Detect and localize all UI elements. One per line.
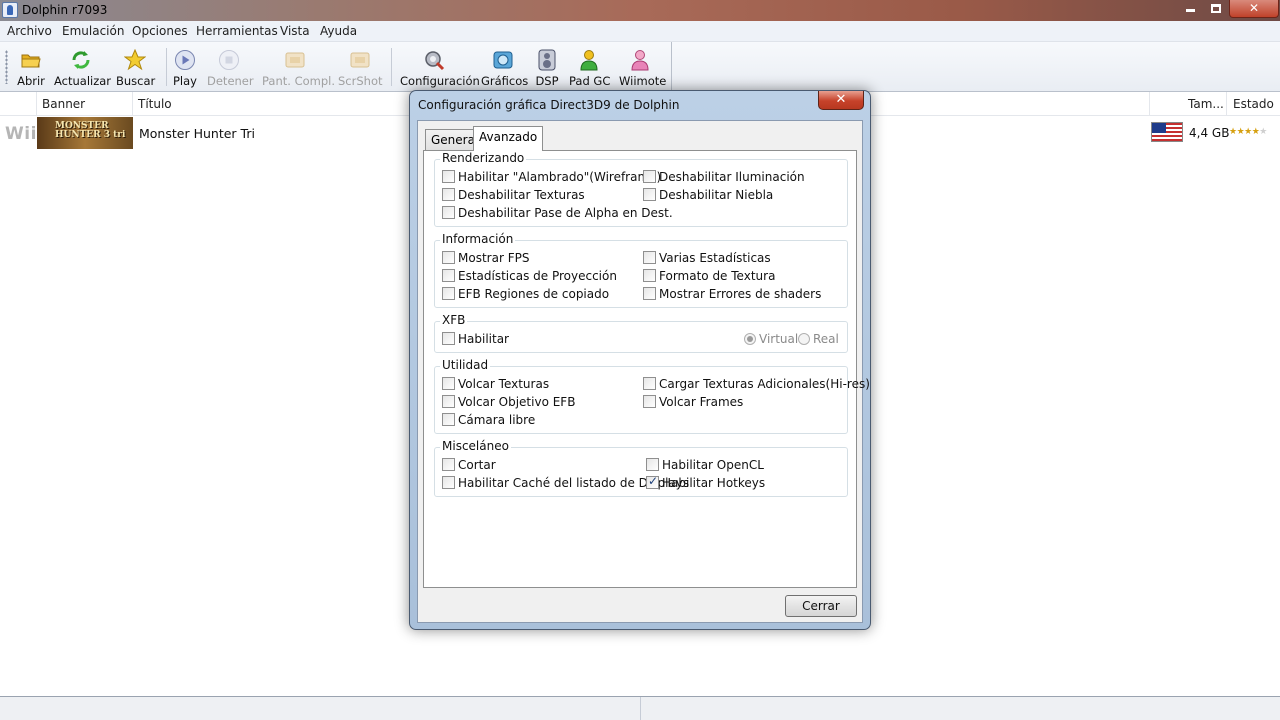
disable-lighting-checkbox[interactable]: Deshabilitar Iluminación [643,170,805,184]
disable-dst-alpha-checkbox[interactable]: Deshabilitar Pase de Alpha en Dest. [442,206,673,220]
pad-gc-button[interactable]: Pad GC [569,42,610,91]
window-title: Dolphin r7093 [22,3,108,17]
menu-opciones[interactable]: Opciones [132,24,188,38]
minimize-button[interactable] [1177,0,1203,18]
game-size: 4,4 GB [1189,126,1230,140]
close-icon: ✕ [835,92,847,107]
main-titlebar: Dolphin r7093 ✕ [0,0,1280,21]
config-icon [425,51,445,71]
dump-frames-checkbox[interactable]: Volcar Frames [643,395,743,409]
rating-stars: ★★★★★ [1229,127,1267,137]
detener-button[interactable]: Detener [207,42,254,91]
abrir-button[interactable]: Abrir [14,42,48,91]
cerrar-button[interactable]: Cerrar [785,595,857,617]
dump-textures-checkbox[interactable]: Volcar Texturas [442,377,549,391]
game-banner: MONSTER HUNTER 3 tri [37,117,133,149]
dsp-button[interactable]: DSP [534,42,560,91]
free-camera-checkbox[interactable]: Cámara libre [442,413,535,427]
toolbar: Abrir Actualizar Buscar Play Detener Pan… [0,42,1280,92]
actualizar-button[interactable]: Actualizar [54,42,111,91]
fullscreen-icon [285,52,305,68]
group-miscelaneo: Misceláneo Cortar Habilitar OpenCL Habil… [434,439,848,497]
buscar-button[interactable]: Buscar [116,42,155,91]
opencl-checkbox[interactable]: Habilitar OpenCL [646,458,764,472]
show-fps-checkbox[interactable]: Mostrar FPS [442,251,529,265]
dialog-close-button[interactable]: ✕ [818,91,864,110]
column-platform[interactable] [0,92,37,116]
menu-bar: Archivo Emulación Opciones Herramientas … [0,21,1280,42]
group-label: Misceláneo [440,439,511,453]
wiimote-button[interactable]: Wiimote [619,42,666,91]
group-xfb: XFB Habilitar Virtual Real [434,313,848,353]
close-window-button[interactable]: ✕ [1229,0,1279,18]
menu-vista[interactable]: Vista [280,24,310,38]
pantalla-completa-button[interactable]: Pant. Compl. [262,42,335,91]
shader-errors-checkbox[interactable]: Mostrar Errores de shaders [643,287,821,301]
star-search-icon [124,49,146,71]
play-icon [175,50,195,70]
tab-avanzado[interactable]: Avanzado [473,126,544,151]
disable-textures-checkbox[interactable]: Deshabilitar Texturas [442,188,585,202]
dialog-body: General Avanzado Renderizando Habilitar … [417,120,870,623]
dump-efb-target-checkbox[interactable]: Volcar Objetivo EFB [442,395,575,409]
screenshot-icon [350,52,370,68]
projection-stats-checkbox[interactable]: Estadísticas de Proyección [442,269,617,283]
column-state[interactable]: Estado [1228,92,1280,116]
minimize-icon [1185,9,1195,12]
dolphin-app-icon [2,2,18,18]
refresh-icon [72,51,90,69]
folder-icon [21,54,41,68]
hotkeys-checkbox[interactable]: Habilitar Hotkeys [646,474,765,490]
menu-emulacion[interactable]: Emulación [62,24,124,38]
group-label: Utilidad [440,358,491,372]
column-size[interactable]: Tam... [1183,92,1227,116]
dsp-icon [538,49,556,71]
xfb-virtual-radio[interactable]: Virtual [744,332,798,346]
game-title: Monster Hunter Tri [139,126,255,141]
stop-icon [219,50,239,70]
toolbar-separator [166,48,167,86]
wiimote-icon [631,50,649,71]
toolbar-grip[interactable] [5,50,8,84]
group-label: XFB [440,313,468,327]
group-renderizando: Renderizando Habilitar "Alambrado"(Wiref… [434,151,848,227]
toolbar-panel: Abrir Actualizar Buscar Play Detener Pan… [0,42,672,91]
play-button[interactable]: Play [172,42,198,91]
maximize-button[interactable] [1203,0,1229,18]
configuracion-button[interactable]: Configuración [400,42,480,91]
crop-checkbox[interactable]: Cortar [442,458,496,472]
various-stats-checkbox[interactable]: Varias Estadísticas [643,251,771,265]
toolbar-separator [391,48,392,86]
wireframe-checkbox[interactable]: Habilitar "Alambrado"(Wireframe) [442,170,661,184]
close-icon: ✕ [1248,1,1260,15]
group-label: Renderizando [440,151,527,165]
menu-archivo[interactable]: Archivo [7,24,52,38]
graphics-icon [493,51,513,69]
hires-textures-checkbox[interactable]: Cargar Texturas Adicionales(Hi-res) [643,377,870,391]
status-bar-divider [640,697,641,720]
graficos-button[interactable]: Gráficos [481,42,528,91]
dialog-title: Configuración gráfica Direct3D9 de Dolph… [418,98,680,112]
disable-fog-checkbox[interactable]: Deshabilitar Niebla [643,188,773,202]
xfb-enable-checkbox[interactable]: Habilitar [442,332,509,346]
platform-label: Wii [5,124,37,144]
group-label: Información [440,232,516,246]
efb-copy-regions-checkbox[interactable]: EFB Regiones de copiado [442,287,609,301]
graphics-config-dialog: Configuración gráfica Direct3D9 de Dolph… [409,90,871,630]
xfb-real-radio[interactable]: Real [798,332,839,346]
banner-logo-text: MONSTER HUNTER 3 tri [55,121,126,140]
gc-pad-icon [580,50,598,71]
group-informacion: Información Mostrar FPS Varias Estadísti… [434,232,848,308]
column-banner[interactable]: Banner [37,92,133,116]
menu-ayuda[interactable]: Ayuda [320,24,357,38]
status-bar [0,696,1280,720]
screenshot-button[interactable]: ScrShot [338,42,382,91]
maximize-icon [1211,4,1221,13]
advanced-tab-panel: Renderizando Habilitar "Alambrado"(Wiref… [423,150,870,588]
texture-format-checkbox[interactable]: Formato de Textura [643,269,775,283]
menu-herramientas[interactable]: Herramientas [196,24,278,38]
group-utilidad: Utilidad Volcar Texturas Cargar Texturas… [434,358,870,434]
usa-flag-icon [1151,122,1183,142]
